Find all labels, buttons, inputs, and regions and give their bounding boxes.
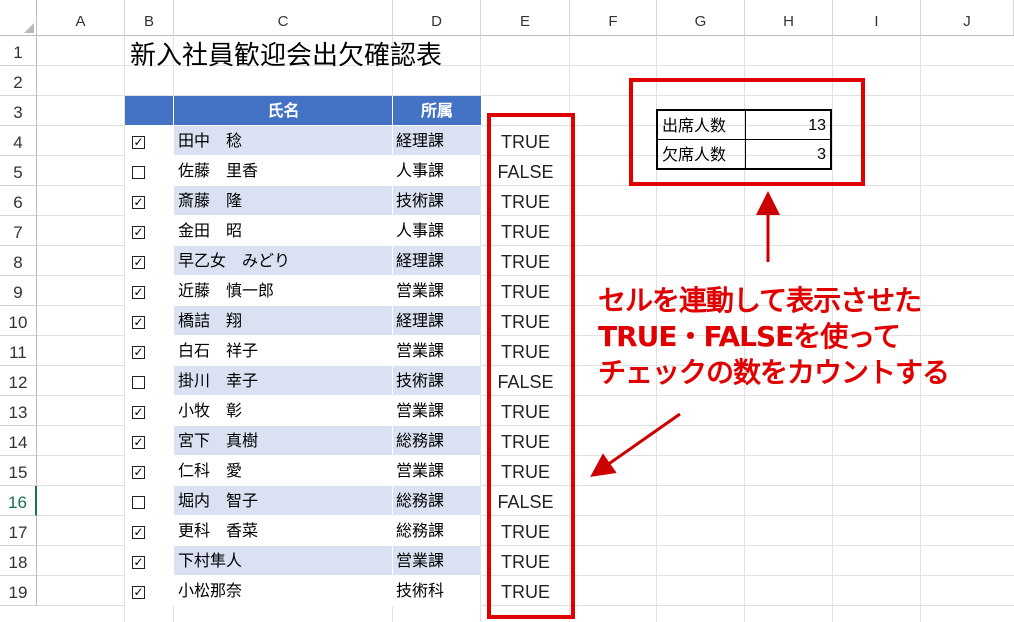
annotation-line-1: セルを連動して表示させた (598, 284, 922, 317)
annotation-line-2: TRUE・FALSEを使って (598, 320, 901, 353)
annotation-line-3: チェックの数をカウントする (598, 356, 950, 389)
arrow-to-true-false (590, 412, 681, 477)
annotation-text: セルを連動して表示させた TRUE・FALSEを使って チェックの数をカウントす… (598, 283, 998, 391)
